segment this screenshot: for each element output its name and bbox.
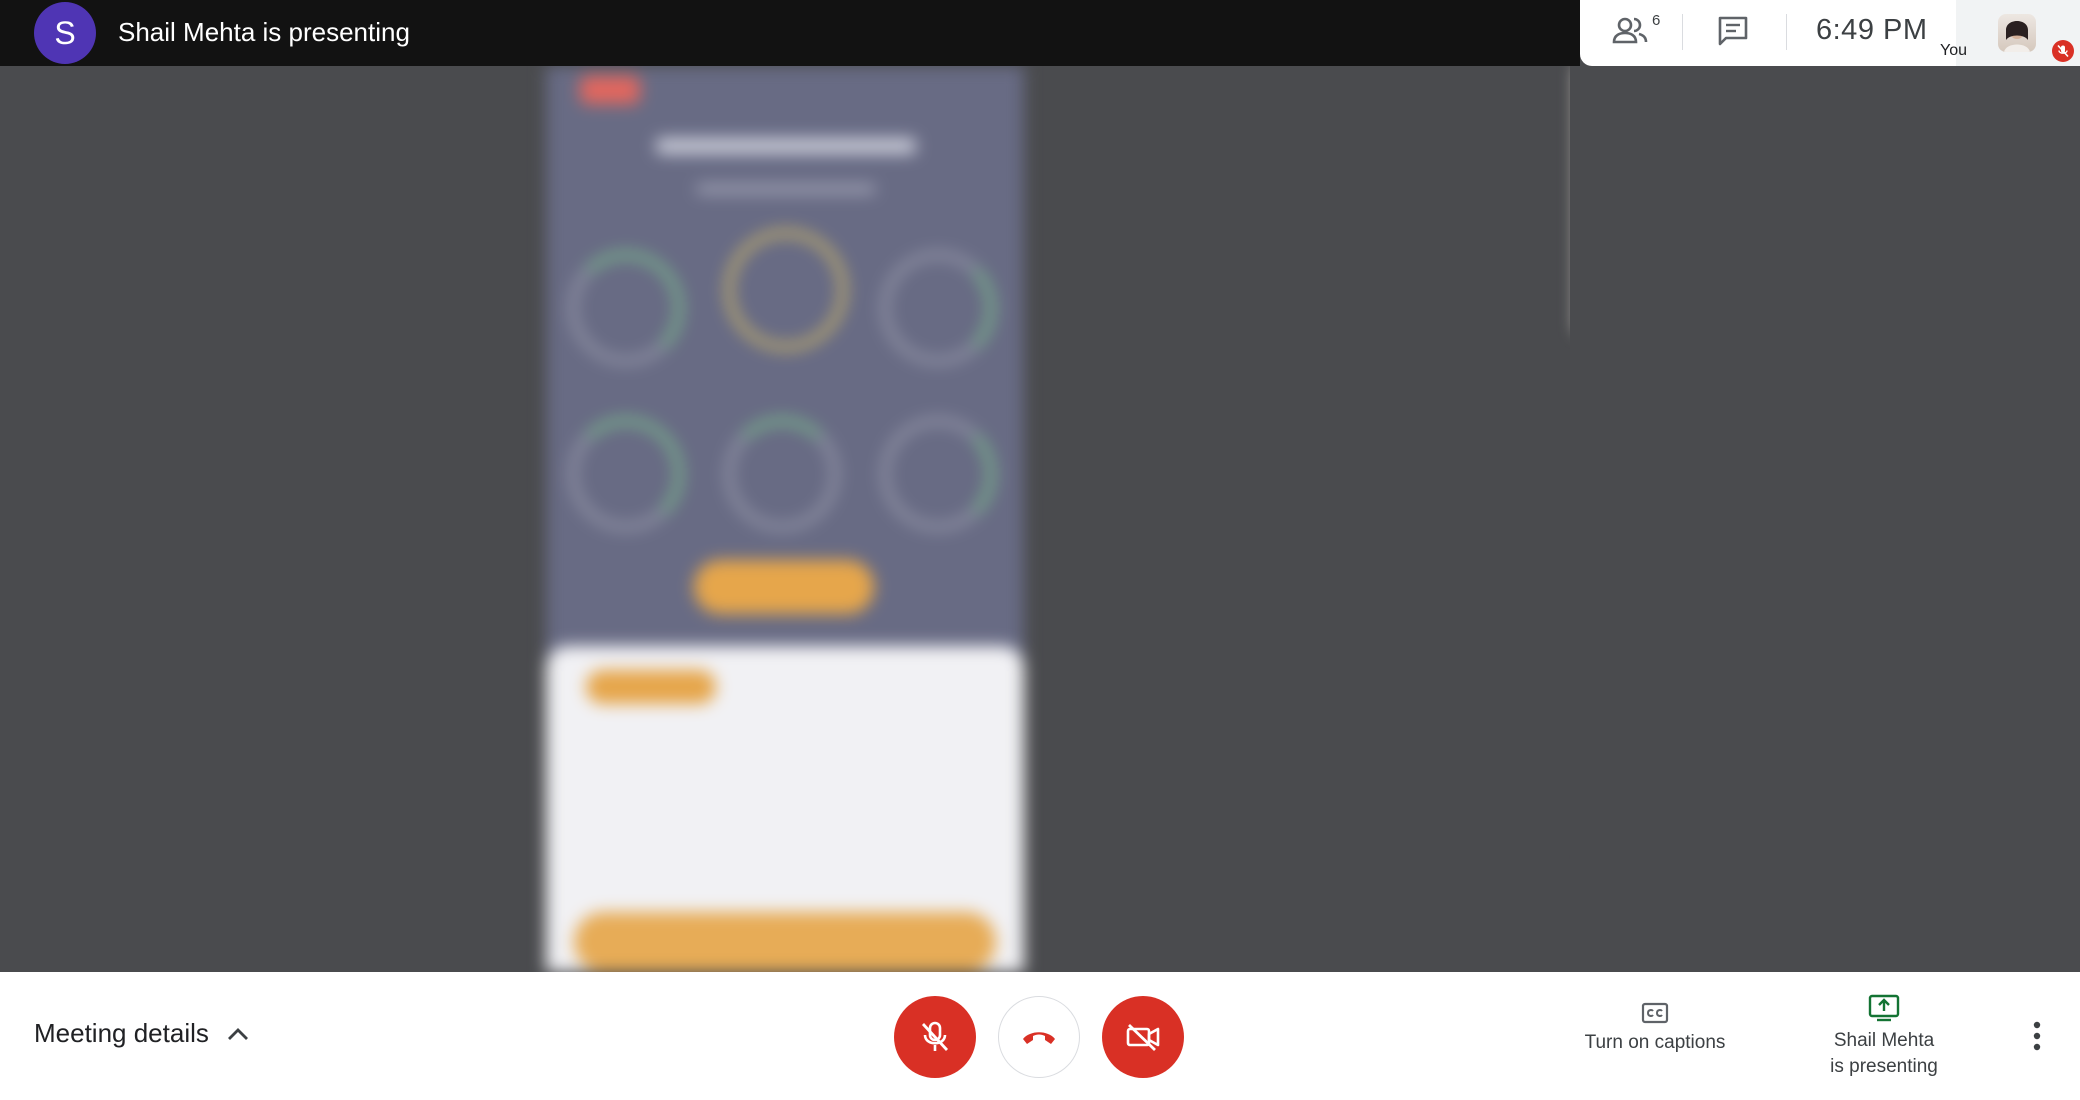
blurred-gauge [882,252,994,364]
self-label: You [1940,42,1967,59]
blurred-content [580,76,640,104]
blurred-content [694,560,874,614]
blurred-gauge [570,252,682,364]
blurred-gauge [882,418,994,530]
top-right-panel: 6 6:49 PM You [1580,0,2080,66]
presenting-label-line2: is presenting [1830,1056,1938,1077]
shared-screen [546,66,1024,972]
meeting-details-button[interactable]: Meeting details [34,1018,249,1049]
presenting-title: Shail Mehta is presenting [118,17,410,47]
more-vert-icon [2033,1021,2041,1051]
blurred-content [586,670,716,704]
blurred-gauge [726,230,846,350]
blurred-gauge [570,418,682,530]
mic-off-icon [921,1021,949,1051]
presenter-avatar: S [34,2,96,64]
chevron-up-icon [227,1027,248,1040]
divider [1682,14,1683,50]
captions-button[interactable]: Turn on captions [1580,1002,1730,1054]
presenting-button[interactable]: Shail Mehta is presenting [1804,994,1964,1080]
camera-off-icon [1126,1023,1160,1052]
meeting-details-label: Meeting details [34,1018,209,1048]
divider [1786,14,1787,50]
microphone-toggle-button[interactable] [894,996,976,1078]
self-muted-indicator [2052,40,2074,62]
present-screen-icon [1868,994,1900,1022]
chat-button[interactable] [1716,14,1750,53]
presenting-label-line1: Shail Mehta [1833,1030,1935,1051]
blurred-content [656,138,916,154]
people-icon [1612,17,1648,44]
blurred-content [696,184,876,194]
clock-time: 6:49 PM [1816,14,1928,46]
self-avatar [1998,14,2036,52]
leave-call-button[interactable] [998,996,1080,1078]
self-view[interactable]: You [1940,0,2080,66]
blurred-gauge [726,418,838,530]
chat-icon [1718,16,1748,46]
closed-captions-icon [1641,1002,1669,1024]
presentation-stage [0,66,1570,972]
camera-toggle-button[interactable] [1102,996,1184,1078]
more-options-button[interactable] [2022,1018,2052,1054]
blurred-content [574,912,996,972]
captions-label: Turn on captions [1584,1032,1726,1053]
participant-count: 6 [1652,12,1661,29]
mic-off-icon [2057,44,2069,58]
bottom-bar: Meeting details Turn on captions Shail M… [0,972,2080,1100]
people-button[interactable]: 6 [1612,12,1660,52]
top-bar: S Shail Mehta is presenting [0,0,1580,66]
phone-hangup-icon [1023,1032,1055,1044]
